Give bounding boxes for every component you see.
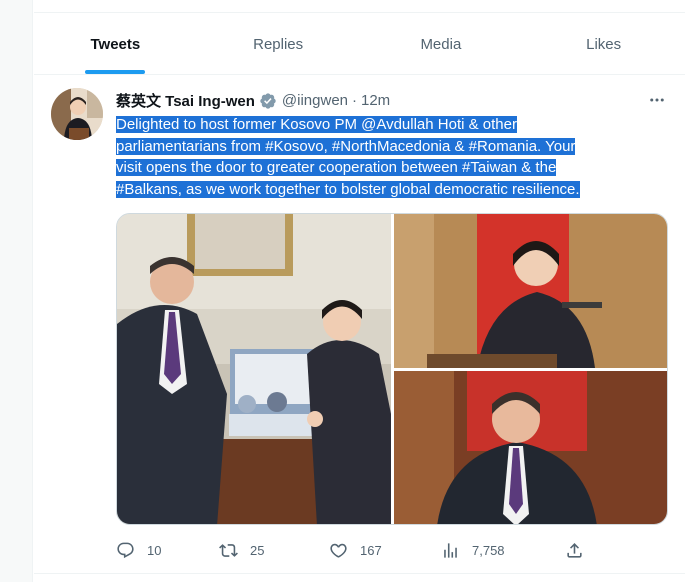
tweet-text-line: visit opens the door to greater cooperat… xyxy=(116,159,557,176)
left-rail xyxy=(0,0,33,582)
tab-media[interactable]: Media xyxy=(360,14,523,74)
photo-guest[interactable] xyxy=(394,371,668,525)
like-count: 167 xyxy=(360,542,382,558)
author-name[interactable]: 蔡英文 Tsai Ing-wen xyxy=(116,90,255,111)
share-button[interactable] xyxy=(565,541,584,560)
tab-tweets-label: Tweets xyxy=(90,35,141,53)
avatar[interactable] xyxy=(51,88,103,140)
profile-tabs: Tweets Replies Media Likes xyxy=(34,14,685,75)
tweet-text-line: #Balkans, as we work together to bolster… xyxy=(116,180,580,198)
tweet-text-line: Delighted to host former Kosovo PM @Avdu… xyxy=(116,116,517,133)
tab-tweets[interactable]: Tweets xyxy=(34,14,197,74)
tab-media-label: Media xyxy=(420,35,462,53)
views-count: 7,758 xyxy=(472,542,505,558)
author-handle[interactable]: @iingwen xyxy=(282,92,348,109)
reply-icon xyxy=(117,542,134,558)
retweet-button[interactable]: 25 xyxy=(219,541,329,560)
tweet-header: 蔡英文 Tsai Ing-wen @iingwen · 12m xyxy=(116,90,390,111)
separator-dot: · xyxy=(352,92,357,109)
views-icon xyxy=(444,542,457,558)
top-divider xyxy=(34,0,685,13)
tab-likes-label: Likes xyxy=(586,35,622,53)
heart-icon xyxy=(330,543,347,558)
photo-gift-exchange[interactable] xyxy=(117,214,391,525)
tweet[interactable]: 蔡英文 Tsai Ing-wen @iingwen · 12m Delighte… xyxy=(34,76,685,582)
photo-speech[interactable] xyxy=(394,214,668,368)
bottom-divider xyxy=(34,573,685,574)
like-button[interactable]: 167 xyxy=(329,541,441,560)
tweet-text: Delighted to host former Kosovo PM @Avdu… xyxy=(116,114,661,200)
retweet-count: 25 xyxy=(250,542,265,558)
reply-button[interactable]: 10 xyxy=(116,541,219,560)
tweet-media-grid[interactable] xyxy=(116,213,668,525)
retweet-icon xyxy=(219,543,238,557)
tab-likes[interactable]: Likes xyxy=(522,14,685,74)
active-tab-indicator xyxy=(85,70,146,74)
views-button[interactable]: 7,758 xyxy=(441,541,565,560)
verified-badge-icon xyxy=(260,92,276,109)
share-icon xyxy=(567,542,582,558)
reply-count: 10 xyxy=(147,542,162,558)
tweet-time[interactable]: 12m xyxy=(361,92,390,109)
tweet-text-line: parliamentarians from #Kosovo, #NorthMac… xyxy=(116,137,576,155)
tab-replies[interactable]: Replies xyxy=(197,14,360,74)
more-dots-icon[interactable] xyxy=(647,90,667,110)
tweet-actions: 10 25 167 7,758 xyxy=(116,538,586,562)
tab-replies-label: Replies xyxy=(253,35,304,53)
